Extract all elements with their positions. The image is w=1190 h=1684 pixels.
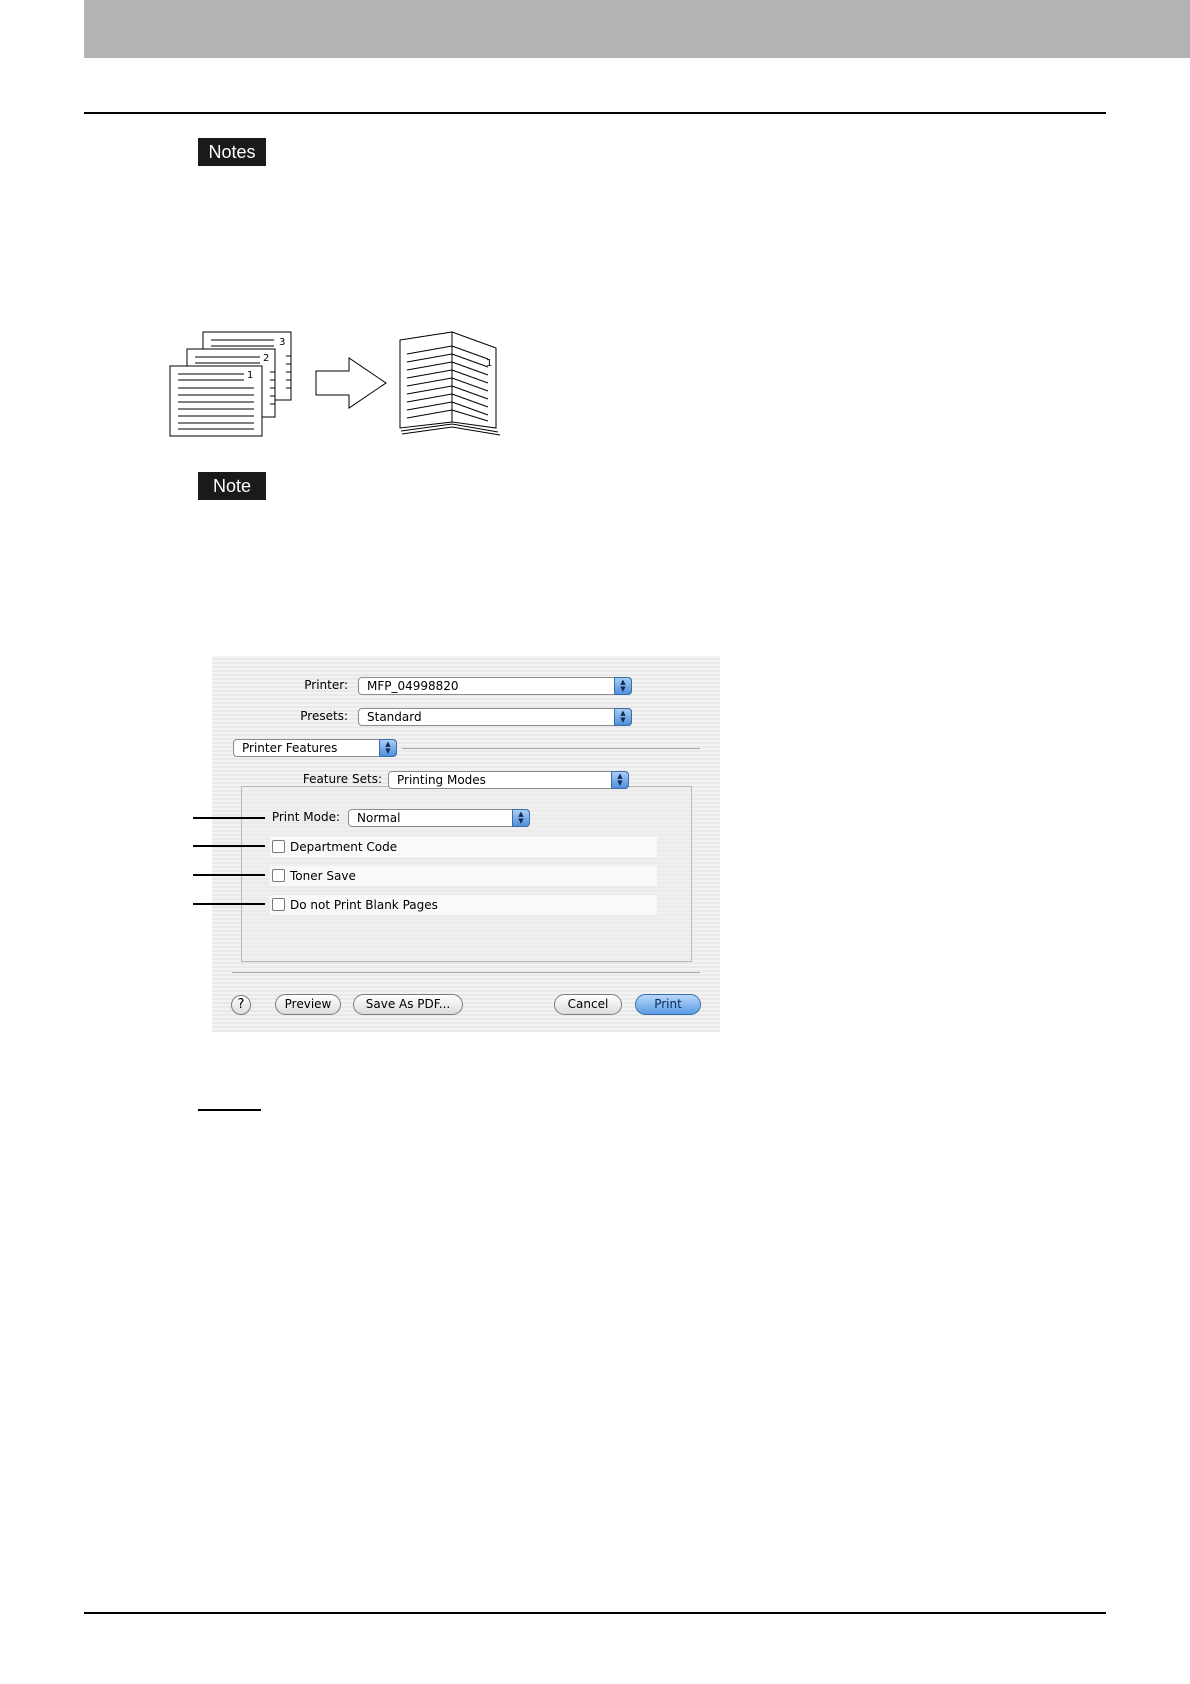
callout-line-blank-pages: [193, 903, 265, 905]
folded-booklet: [399, 331, 501, 436]
presets-label: Presets:: [300, 709, 348, 723]
page-number-3: 3: [279, 337, 285, 348]
panel-popup[interactable]: Printer Features ▲ ▼: [233, 739, 397, 757]
popup-arrows-icon: ▲ ▼: [611, 771, 629, 789]
callout-line-print-mode: [193, 817, 265, 819]
print-mode-popup[interactable]: Normal ▲ ▼: [348, 809, 530, 827]
right-arrow-icon: [315, 357, 387, 409]
feature-sets-popup[interactable]: Printing Modes ▲ ▼: [388, 771, 629, 789]
popup-arrows-icon: ▲ ▼: [614, 708, 632, 726]
feature-sets-value: Printing Modes: [397, 773, 486, 787]
printer-label: Printer:: [304, 678, 348, 692]
printer-popup[interactable]: MFP_04998820 ▲ ▼: [358, 677, 632, 695]
blank-pages-label: Do not Print Blank Pages: [290, 898, 438, 912]
booklet-page-number: 1: [486, 358, 492, 369]
save-as-pdf-button[interactable]: Save As PDF...: [353, 994, 463, 1015]
toner-save-label: Toner Save: [290, 869, 356, 883]
print-mode-label: Print Mode:: [271, 810, 340, 824]
toner-save-checkbox[interactable]: [272, 869, 285, 882]
presets-popup[interactable]: Standard ▲ ▼: [358, 708, 632, 726]
department-code-label: Department Code: [290, 840, 398, 854]
page-number-1: 1: [247, 370, 253, 381]
button-divider: [232, 972, 700, 973]
notes-label: Notes: [198, 138, 266, 166]
popup-arrows-icon: ▲ ▼: [512, 809, 530, 827]
cancel-button[interactable]: Cancel: [554, 994, 622, 1015]
feature-sets-label: Feature Sets:: [302, 772, 382, 786]
section-short-rule: [198, 1109, 261, 1111]
footer-rule: [84, 1612, 1106, 1614]
panel-divider: [402, 748, 700, 749]
printer-value: MFP_04998820: [367, 679, 459, 693]
presets-value: Standard: [367, 710, 422, 724]
callout-line-department-code: [193, 845, 265, 847]
booklet-diagram: 3 2 1 1: [169, 331, 501, 437]
note-label: Note: [198, 472, 266, 500]
popup-arrows-icon: ▲ ▼: [614, 677, 632, 695]
department-code-checkbox[interactable]: [272, 840, 285, 853]
page-number-2: 2: [263, 353, 269, 364]
page-header-bar: [84, 0, 1190, 58]
blank-pages-checkbox[interactable]: [272, 898, 285, 911]
panel-value: Printer Features: [242, 741, 338, 755]
help-button[interactable]: ?: [231, 995, 251, 1015]
callout-line-toner-save: [193, 874, 265, 876]
preview-button[interactable]: Preview: [275, 994, 341, 1015]
popup-arrows-icon: ▲ ▼: [379, 739, 397, 757]
print-button[interactable]: Print: [635, 994, 701, 1015]
print-mode-value: Normal: [357, 811, 401, 825]
header-rule: [84, 112, 1106, 114]
